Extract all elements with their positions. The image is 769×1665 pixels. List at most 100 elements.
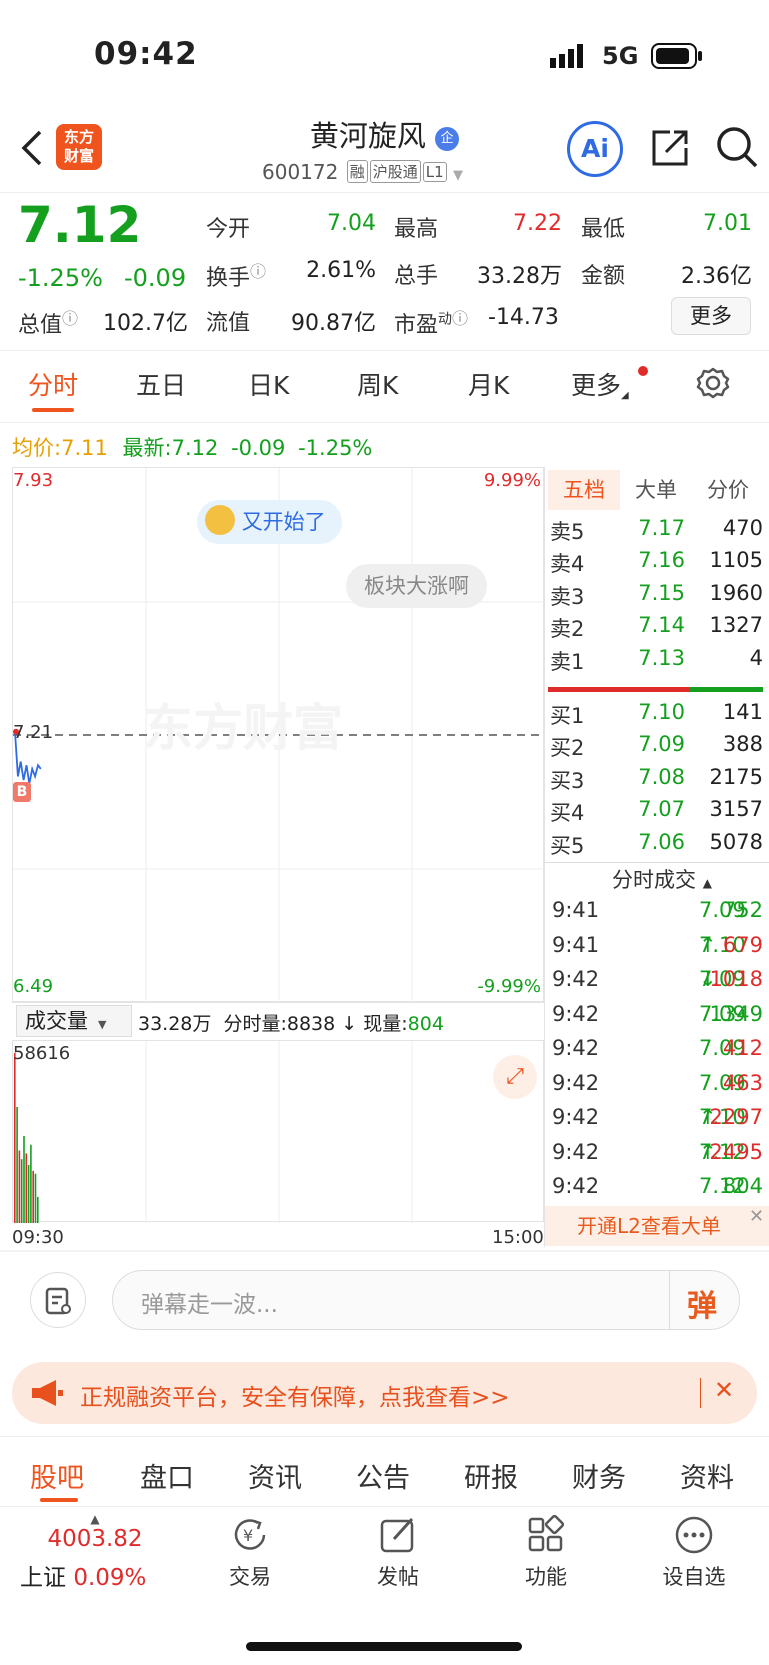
volume-label: 总手 [394, 264, 439, 289]
dock-trade[interactable]: ¥ 交易 [200, 1515, 300, 1591]
ask-row[interactable]: 卖3 7.15 1960 [550, 581, 765, 613]
high-value: 7.22 [513, 211, 562, 236]
current-price: 7.12 [18, 196, 142, 254]
info-icon[interactable]: ⓘ [250, 262, 266, 281]
tag-margin: 融 [346, 160, 368, 183]
comment-bubble[interactable]: 又开始了 [197, 500, 342, 544]
bid-row[interactable]: 买4 7.07 3157 [550, 797, 765, 829]
trade-icon: ¥ [230, 1515, 270, 1555]
trade-qty: 412 [722, 1036, 763, 1060]
volume-bar [14, 1053, 16, 1223]
share-icon[interactable] [648, 126, 692, 174]
bid-level-label: 买4 [550, 801, 585, 826]
tab-finance[interactable]: 财务 [572, 1456, 626, 1495]
tab-daily-k[interactable]: 日K [248, 366, 289, 402]
ask-level-label: 卖4 [550, 552, 585, 577]
bid-price: 7.07 [638, 797, 685, 822]
tab-announcement[interactable]: 公告 [356, 1456, 410, 1495]
trade-time: 9:42 [552, 1001, 600, 1026]
tab-five-level[interactable]: 五档 [548, 470, 620, 510]
status-time: 09:42 [94, 36, 198, 72]
trade-time: 9:42 [552, 1036, 600, 1060]
dock-functions[interactable]: 功能 [496, 1514, 596, 1591]
tab-handicap[interactable]: 盘口 [140, 1456, 194, 1495]
info-icon[interactable]: ⓘ [62, 309, 78, 328]
tag-level: L1 [422, 162, 447, 182]
tab-underline [32, 408, 74, 412]
tab-large-order[interactable]: 大单 [620, 470, 692, 510]
bid-row[interactable]: 买3 7.08 2175 [550, 765, 765, 797]
tab-profile[interactable]: 资料 [680, 1456, 734, 1495]
l2-banner[interactable]: 开通L2查看大单 [544, 1206, 769, 1246]
bid-level-label: 买2 [550, 736, 585, 761]
trade-row: 9:42 7.12 804 [552, 1174, 763, 1198]
volume-chart[interactable]: 58616 ⤢ [12, 1040, 544, 1223]
tab-weekly-k[interactable]: 周K [357, 366, 398, 402]
tag-connect: 沪股通 [369, 160, 421, 183]
expand-icon[interactable]: ⤢ [493, 1055, 537, 1099]
buy-marker: B [13, 782, 31, 802]
tab-intraday[interactable]: 分时 [28, 366, 78, 402]
ask-qty: 1960 [709, 580, 763, 605]
danmu-button[interactable]: 弹 [687, 1281, 717, 1325]
trade-time: 9:42 [552, 1070, 600, 1095]
bid-price: 7.06 [638, 829, 685, 854]
comment-list-icon[interactable] [30, 1272, 86, 1328]
mktcap-value: 102.7亿 [103, 311, 188, 336]
bid-row[interactable]: 买2 7.09 388 [550, 732, 765, 764]
float-value: 90.87亿 [291, 311, 376, 336]
bid-row[interactable]: 买1 7.10 141 [550, 700, 765, 732]
danmu-placeholder: 弹幕走一波... [141, 1292, 278, 1318]
battery-icon [651, 43, 703, 73]
chart-watermark: 东方财富 [143, 699, 343, 757]
bid-level-label: 买3 [550, 768, 585, 793]
search-icon[interactable] [714, 124, 760, 174]
megaphone-icon [30, 1378, 64, 1412]
volume-selector[interactable]: 成交量 ▼ [16, 1005, 132, 1037]
dropdown-icon[interactable]: ▼ [453, 168, 463, 183]
time-start: 09:30 [12, 1227, 64, 1248]
more-button[interactable]: 更多 [671, 297, 751, 335]
dock-watchlist[interactable]: 设自选 [644, 1515, 744, 1591]
promo-banner[interactable]: 正规融资平台，安全有保障，点我查看>> ✕ [12, 1362, 757, 1424]
dock-post[interactable]: 发帖 [348, 1515, 448, 1591]
tab-news[interactable]: 资讯 [248, 1456, 302, 1495]
volume-bar [20, 1159, 23, 1223]
promo-close-icon[interactable]: ✕ [714, 1376, 734, 1404]
network-label: 5G [602, 42, 639, 70]
trade-time: 9:42 [552, 1105, 600, 1129]
trade-time: 9:42 [552, 1174, 600, 1198]
ask-row[interactable]: 卖1 7.13 4 [550, 646, 765, 678]
trade-qty: 679 [722, 932, 763, 957]
ask-row[interactable]: 卖4 7.16 1105 [550, 548, 765, 580]
info-icon[interactable]: ⓘ [452, 309, 468, 328]
tab-monthly-k[interactable]: 月K [468, 366, 509, 402]
tab-forum[interactable]: 股吧 [30, 1456, 84, 1495]
ask-qty: 470 [722, 516, 763, 540]
tab-more[interactable]: 更多◢ [571, 366, 629, 402]
orderbook-tabs: 五档 大单 分价 [548, 470, 765, 510]
ai-button[interactable]: Ai [567, 121, 623, 177]
comment-bubble[interactable]: 板块大涨啊 [346, 564, 487, 608]
ask-price: 7.16 [638, 548, 685, 573]
bid-qty: 141 [722, 700, 763, 724]
pe-value: -14.73 [488, 305, 559, 330]
trades-title[interactable]: 分时成交 ▲ [612, 864, 712, 894]
tab-research[interactable]: 研报 [464, 1456, 518, 1495]
index-ticker[interactable]: ▲ 4003.82 上证 0.09% [20, 1512, 170, 1592]
ask-row[interactable]: 卖5 7.17 470 [550, 516, 765, 548]
trade-row: 9:42 7.10 ↑ 2297 [552, 1105, 763, 1129]
tab-price-dist[interactable]: 分价 [692, 470, 764, 510]
index-change: 上证 0.09% [20, 1565, 147, 1591]
bid-row[interactable]: 买5 7.06 5078 [550, 830, 765, 862]
trade-row: 9:41 7.10 ↑ 679 [552, 932, 763, 957]
close-icon[interactable]: ✕ [749, 1206, 764, 1227]
verified-badge: 企 [435, 127, 460, 151]
ask-row[interactable]: 卖2 7.14 1327 [550, 613, 765, 645]
intraday-chart[interactable]: 东方财富 7.93 6.49 7.21 9.99% -9.99% 又开始了 板块… [12, 467, 545, 1003]
settings-icon[interactable] [696, 366, 730, 404]
danmu-input[interactable]: 弹幕走一波... 弹 [112, 1270, 740, 1330]
change-value: -0.09 [124, 264, 187, 292]
tab-five-day[interactable]: 五日 [136, 366, 186, 402]
input-divider [669, 1271, 670, 1329]
